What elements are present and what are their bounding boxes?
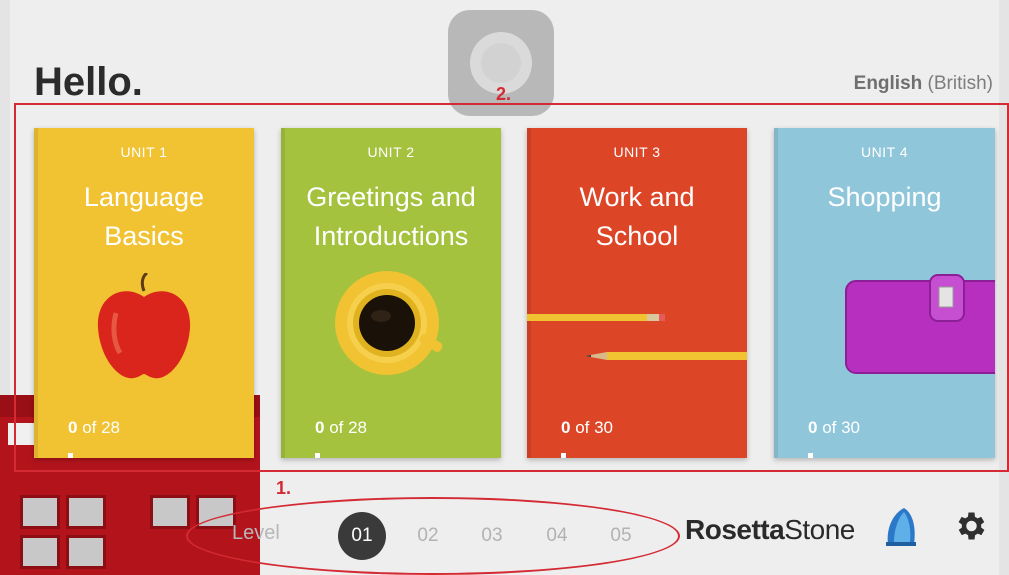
language-name: English xyxy=(853,73,923,94)
greeting-title: Hello. xyxy=(34,60,143,104)
brand-bold: Rosetta xyxy=(685,514,785,545)
phone-booth-pane xyxy=(66,495,106,529)
annotation-ellipse xyxy=(186,497,680,575)
language-variant: (British) xyxy=(927,73,993,94)
assistive-touch-dot xyxy=(481,43,521,83)
language-selector[interactable]: English (British) xyxy=(854,73,993,95)
phone-booth-pane xyxy=(20,495,60,529)
app-screen: Hello. English (British) UNIT 1 Language… xyxy=(0,0,1009,575)
phone-booth-pane xyxy=(66,535,106,569)
annotation-label-2: 2. xyxy=(496,84,512,104)
annotation-label-1: 1. xyxy=(276,478,292,498)
brand-regular: Stone xyxy=(784,514,855,545)
phone-booth-pane xyxy=(150,495,190,529)
gear-icon[interactable] xyxy=(952,508,988,544)
rosetta-stone-logo-text: RosettaStone xyxy=(685,514,855,546)
rosetta-stone-logo-icon xyxy=(886,508,916,546)
annotation-rectangle xyxy=(14,103,1009,472)
phone-booth-pane xyxy=(20,535,60,569)
